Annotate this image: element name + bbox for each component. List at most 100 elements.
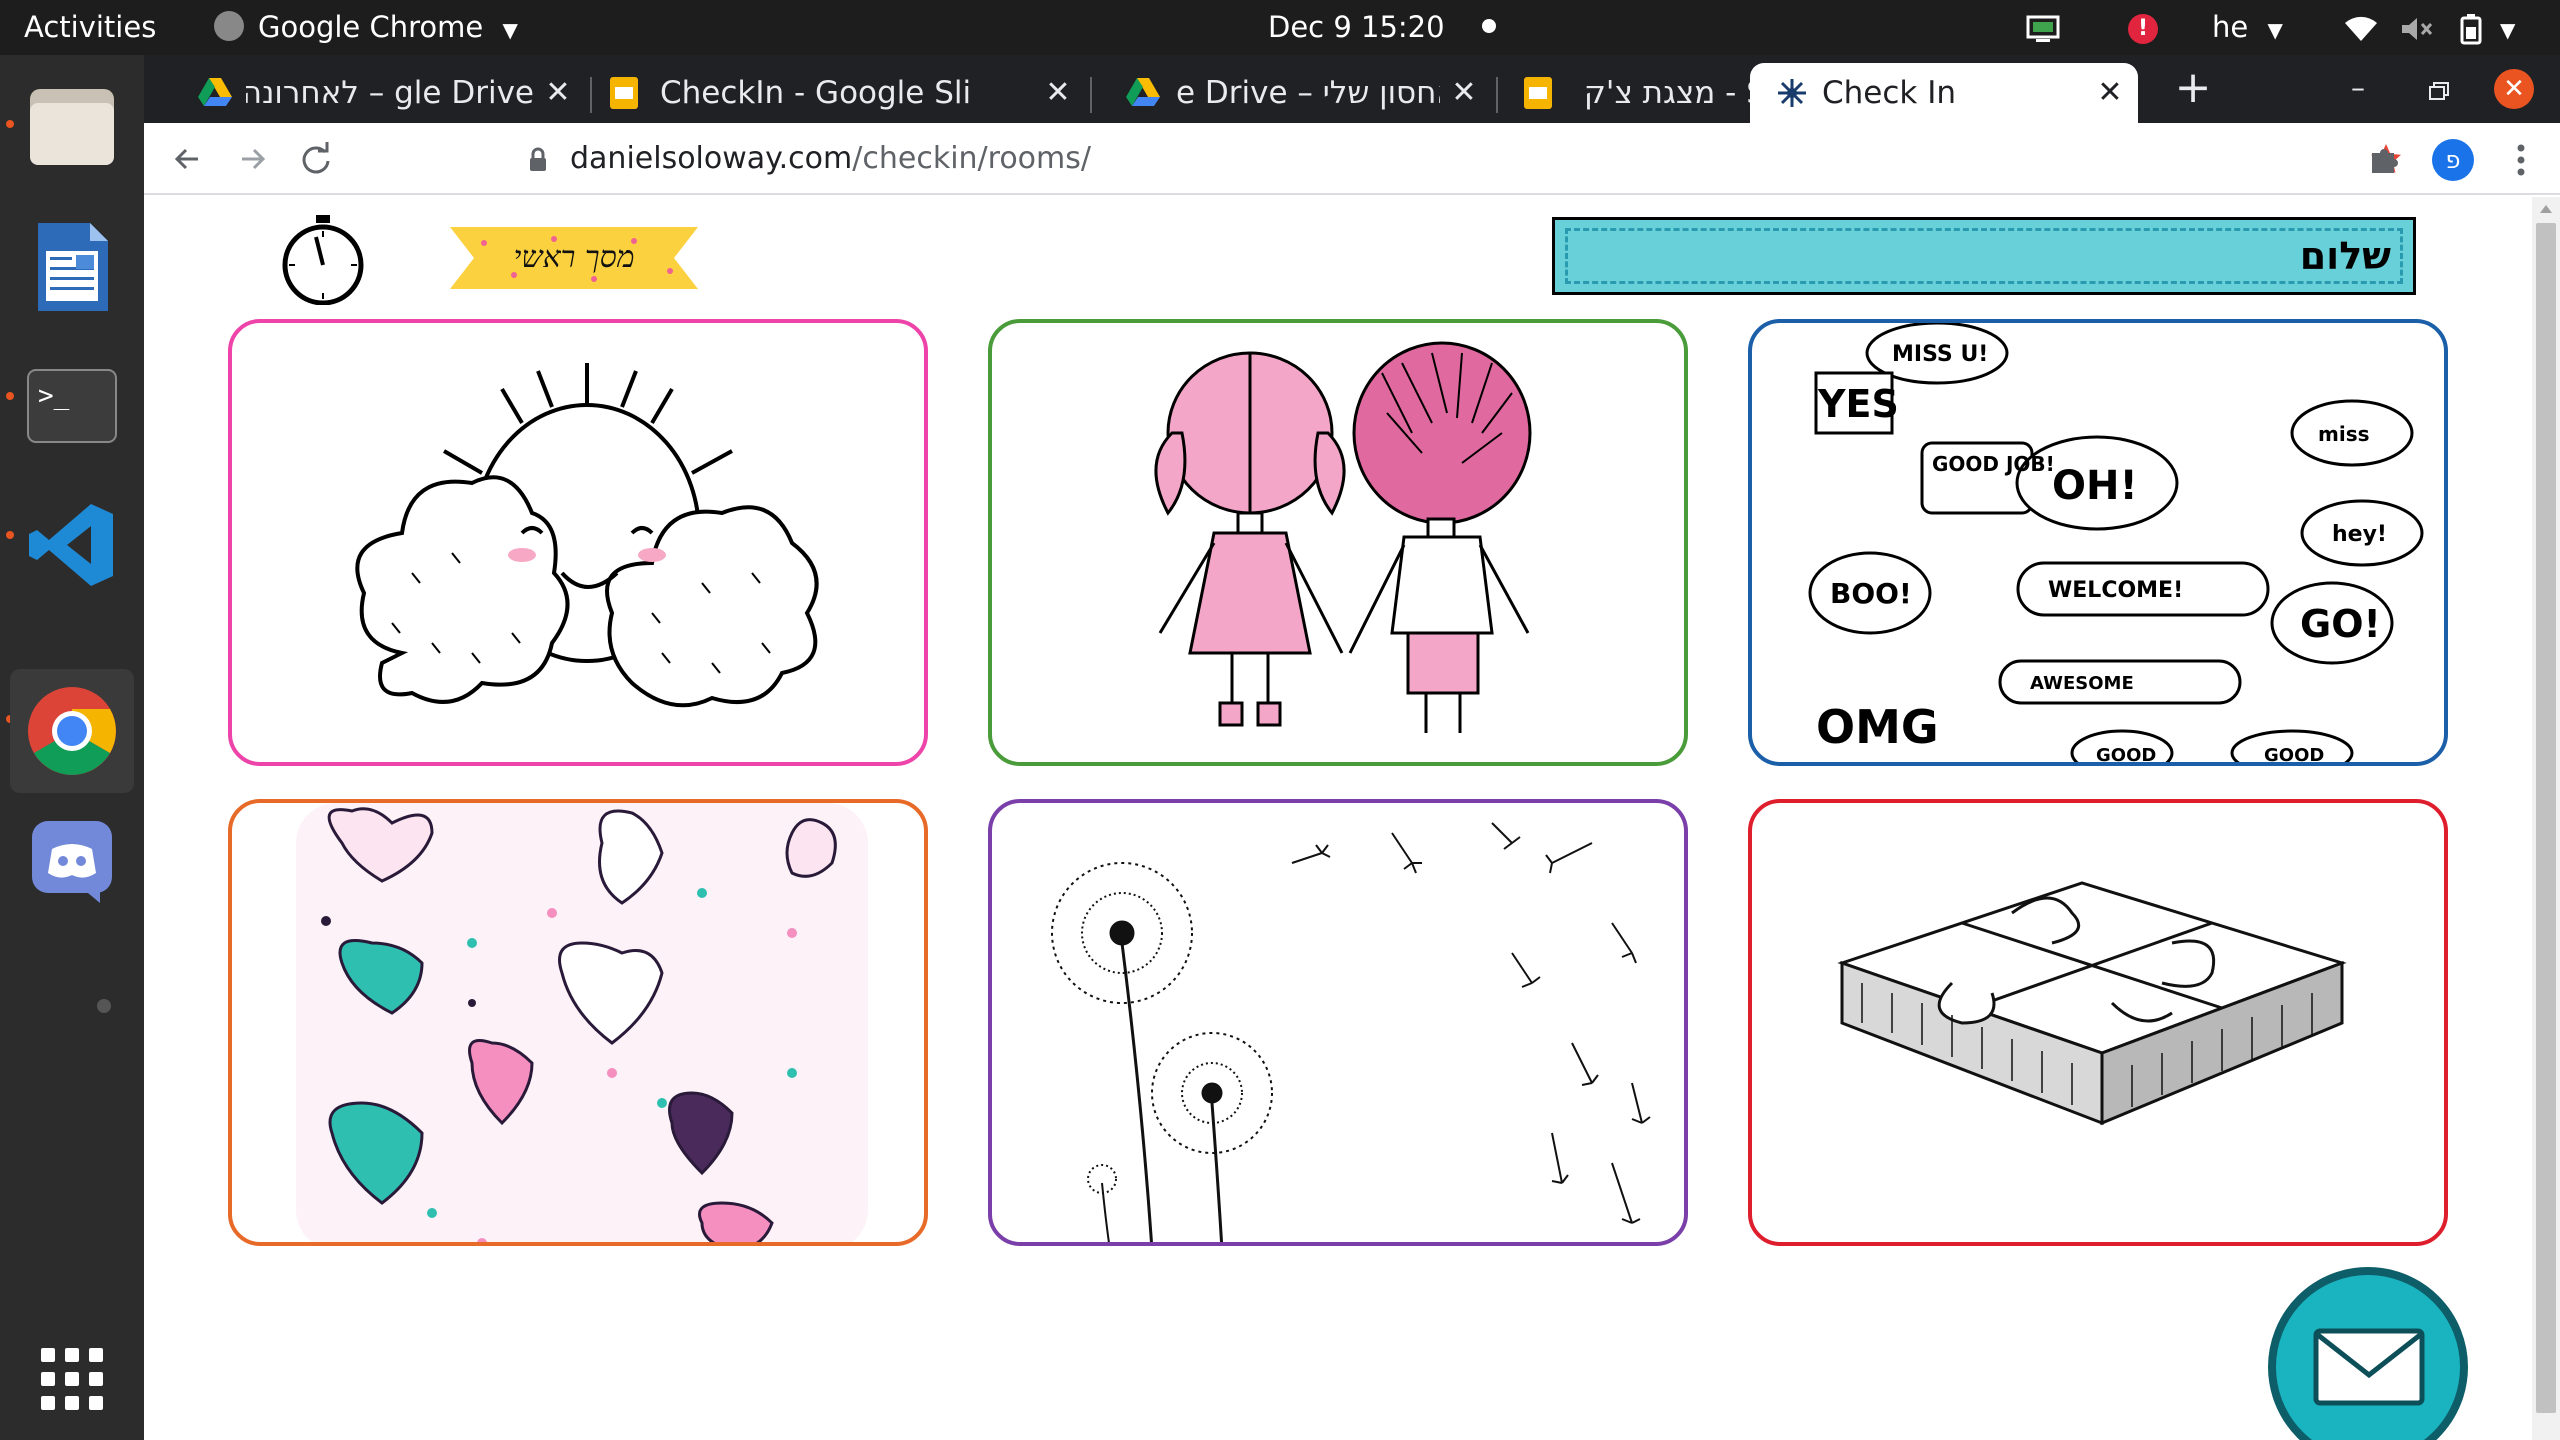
app-menu-label: Google Chrome <box>258 10 484 44</box>
alert-icon[interactable]: ! <box>2128 0 2158 55</box>
greeting-box: שלום <box>1552 217 2416 295</box>
bubble-text: OH! <box>2052 463 2138 509</box>
screen-share-icon[interactable] <box>2026 0 2060 55</box>
card-puzzle[interactable] <box>1748 799 2448 1246</box>
running-indicator <box>6 531 14 539</box>
card-speech-bubbles[interactable]: MISS U! YES GOOD JOB! OH! miss hey! BOO!… <box>1748 319 2448 766</box>
svg-text:>_: >_ <box>38 381 70 411</box>
card-kids-holding-hands[interactable] <box>988 319 1688 766</box>
chrome-app-icon <box>214 11 244 41</box>
volume-muted-icon[interactable] <box>2400 0 2434 55</box>
tab-title: gle Drive – לאחרונה <box>246 75 534 111</box>
dandelions-illustration <box>1051 822 1651 1242</box>
discord-app-icon[interactable] <box>18 807 126 915</box>
bubble-text: miss <box>2318 422 2370 446</box>
chevron-down-icon: ▼ <box>502 18 518 42</box>
profile-avatar[interactable]: פ <box>2432 139 2474 181</box>
url-text: danielsoloway.com/checkin/rooms/ <box>570 123 1091 195</box>
input-language-label: he <box>2212 10 2249 44</box>
kebab-menu-icon[interactable] <box>2506 139 2536 181</box>
new-tab-button[interactable]: + <box>2170 65 2216 111</box>
speech-bubbles-illustration: MISS U! YES GOOD JOB! OH! miss hey! BOO!… <box>1808 323 2424 766</box>
minimize-window-button[interactable]: – <box>2338 71 2378 111</box>
google-slides-icon <box>1524 77 1552 109</box>
bubble-text: GOOD <box>2096 745 2156 766</box>
close-window-button[interactable]: ✕ <box>2494 69 2534 109</box>
check-in-favicon <box>1778 79 1806 107</box>
google-slides-icon <box>610 77 638 109</box>
stopwatch-icon[interactable] <box>278 213 368 306</box>
scrollbar-thumb[interactable] <box>2536 223 2556 1413</box>
page-viewport: מסך ראשי שלום MISS U! YES GOOD JOB! OH! … <box>144 197 2560 1440</box>
forward-button[interactable] <box>230 137 274 181</box>
close-icon[interactable]: ✕ <box>2094 63 2126 123</box>
system-menu-chevron-icon[interactable]: ▼ <box>2500 0 2515 55</box>
battery-icon[interactable] <box>2460 0 2482 55</box>
files-app-icon[interactable] <box>18 73 126 181</box>
input-language-menu[interactable]: he ▼ <box>2212 0 2283 55</box>
browser-toolbar: danielsoloway.com/checkin/rooms/ פ <box>144 123 2560 195</box>
tab-google-drive-recent[interactable]: gle Drive – לאחרונה ✕ <box>184 63 586 123</box>
back-button[interactable] <box>166 137 210 181</box>
wifi-icon[interactable] <box>2344 0 2378 55</box>
bubble-text: GO! <box>2300 602 2381 646</box>
main-screen-banner[interactable]: מסך ראשי <box>444 223 704 293</box>
bubble-text: GOOD JOB! <box>1932 452 2055 476</box>
card-hearts[interactable] <box>228 799 928 1246</box>
hearts-illustration <box>296 803 868 1242</box>
puzzle-illustration <box>1837 881 2347 1126</box>
tab-google-drive-my-drive[interactable]: e Drive – האחסון שלי ✕ <box>1090 63 1492 123</box>
libreoffice-impress-icon[interactable] <box>18 213 126 321</box>
sun-clouds-illustration <box>355 363 819 708</box>
bubble-text: WELCOME! <box>2048 578 2183 603</box>
close-icon[interactable]: ✕ <box>1042 63 1074 123</box>
address-bar[interactable]: danielsoloway.com/checkin/rooms/ <box>364 123 2504 195</box>
chevron-down-icon: ▼ <box>2267 18 2283 42</box>
close-icon[interactable]: ✕ <box>1448 63 1480 123</box>
running-indicator <box>6 120 14 128</box>
extensions-puzzle-icon[interactable] <box>2366 141 2406 181</box>
app-menu[interactable]: Google Chrome ▼ <box>214 0 518 55</box>
system-top-bar: Activities Google Chrome ▼ Dec 9 15:20 !… <box>0 0 2560 55</box>
tab-check-in[interactable]: Check In ✕ <box>1750 63 2138 123</box>
tab-title: e Drive – האחסון שלי <box>1176 75 1440 111</box>
reload-button[interactable] <box>294 137 338 181</box>
bubble-text: BOO! <box>1830 577 1912 610</box>
activities-button[interactable]: Activities <box>24 0 156 55</box>
vscode-app-icon[interactable] <box>18 491 126 599</box>
notification-dot-icon <box>1481 19 1496 33</box>
send-message-button[interactable] <box>2268 1267 2468 1440</box>
bubble-text: MISS U! <box>1892 342 1988 367</box>
terminal-app-icon[interactable]: >_ <box>18 352 126 460</box>
vertical-scrollbar[interactable] <box>2532 197 2560 1440</box>
banner-label: מסך ראשי <box>513 240 635 275</box>
chrome-app-icon[interactable] <box>10 669 134 793</box>
show-applications-icon[interactable] <box>18 1325 126 1433</box>
card-dandelions[interactable] <box>988 799 1688 1246</box>
card-sun-clouds[interactable] <box>228 319 928 766</box>
url-domain: danielsoloway.com <box>570 141 853 176</box>
bubble-text: OMG <box>1816 700 1939 754</box>
scroll-up-arrow-icon[interactable] <box>2540 205 2552 213</box>
running-indicator <box>6 392 14 400</box>
envelope-icon <box>2313 1328 2425 1406</box>
tab-title: CheckIn - Google Sli <box>660 75 972 111</box>
google-drive-icon <box>1126 78 1160 106</box>
url-path: /checkin/rooms/ <box>852 141 1091 176</box>
tab-checkin-slides[interactable]: CheckIn - Google Sli ✕ <box>574 63 1086 123</box>
bubble-text: GOOD <box>2264 745 2324 766</box>
google-drive-icon <box>198 78 232 106</box>
kids-illustration <box>1154 341 1532 733</box>
tab-title: Check In <box>1822 75 1957 111</box>
restore-window-button[interactable] <box>2418 71 2458 111</box>
clock[interactable]: Dec 9 15:20 <box>1268 0 1496 55</box>
close-icon[interactable]: ✕ <box>542 63 574 123</box>
bubble-text: AWESOME <box>2030 673 2134 694</box>
clock-datetime: Dec 9 15:20 <box>1268 10 1445 44</box>
dock-page-indicator <box>97 999 111 1013</box>
browser-tab-strip: gle Drive – לאחרונה ✕ CheckIn - Google S… <box>144 55 2560 123</box>
bubble-text: YES <box>1817 382 1899 426</box>
bubble-text: hey! <box>2332 522 2387 547</box>
ubuntu-dock: >_ <box>0 55 144 1440</box>
greeting-text: שלום <box>2299 234 2391 278</box>
